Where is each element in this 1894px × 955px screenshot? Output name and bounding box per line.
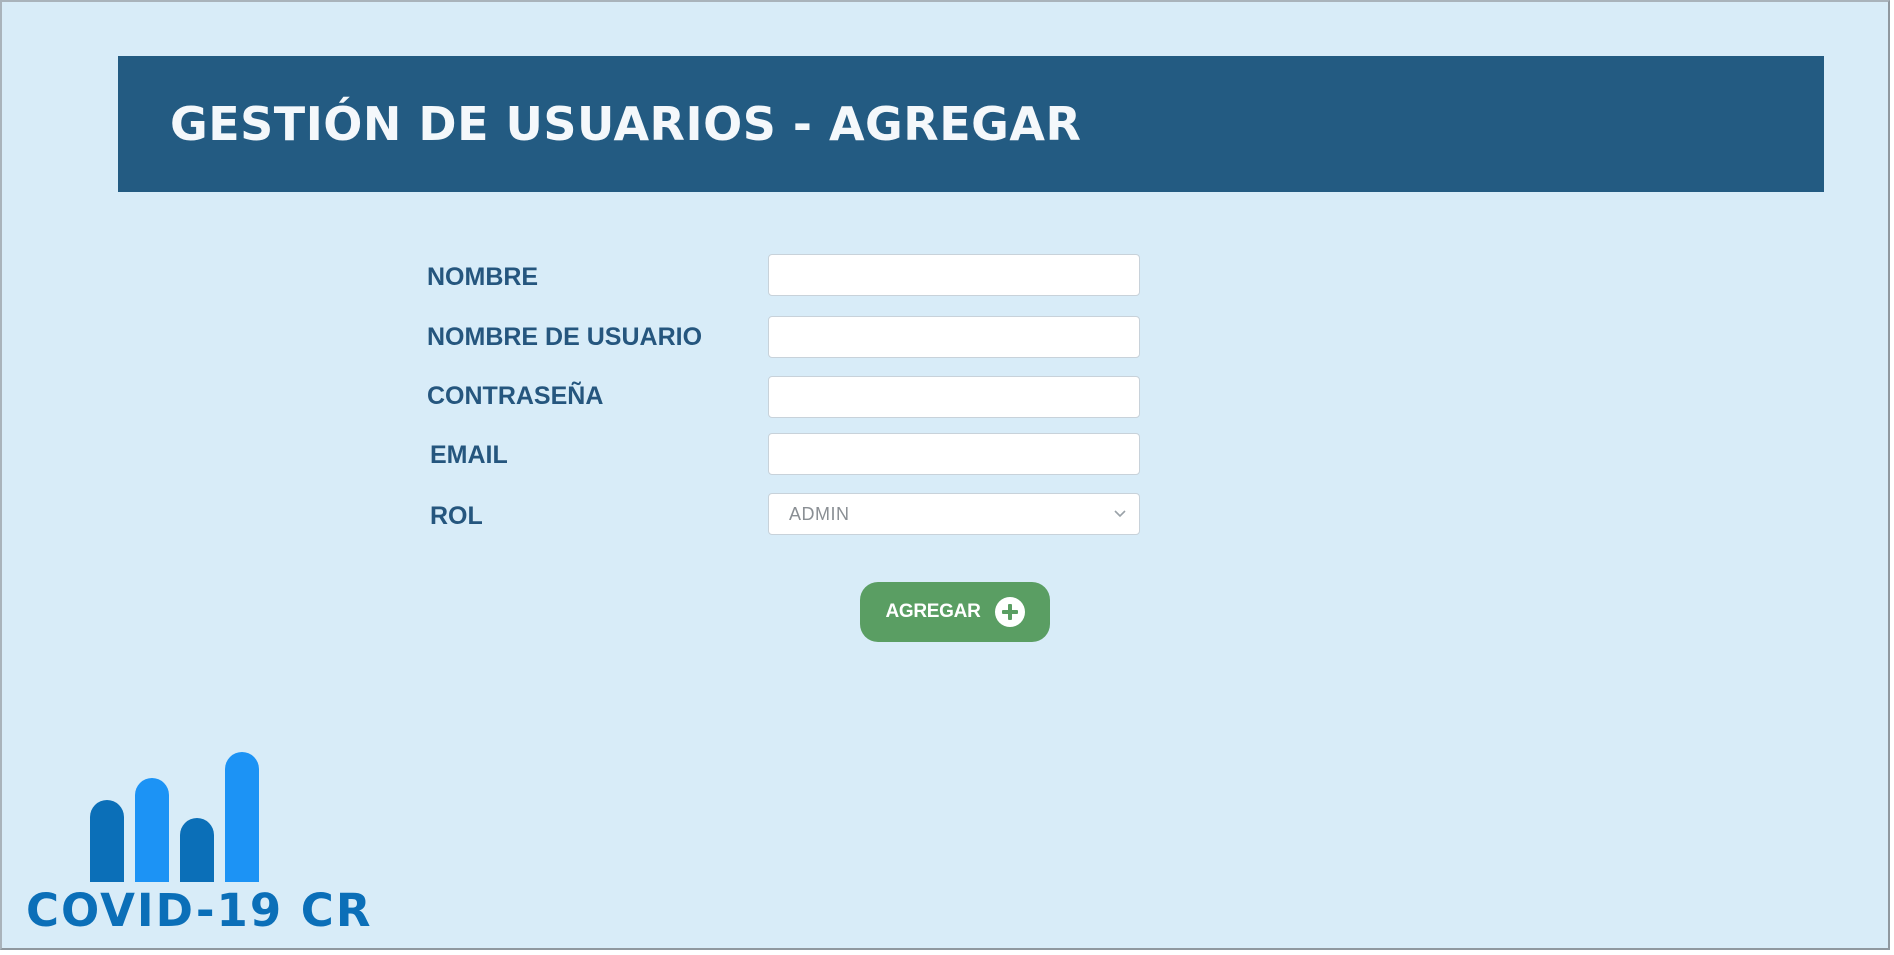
logo-text: COVID-19 CR — [26, 884, 373, 937]
name-label: NOMBRE — [427, 263, 539, 291]
password-label: CONTRASEÑA — [427, 382, 604, 410]
covid-logo: COVID-19 CR — [26, 748, 370, 938]
email-label: EMAIL — [430, 441, 508, 469]
chevron-down-icon — [1113, 507, 1127, 521]
bar-chart-logo-icon — [90, 752, 259, 882]
username-input[interactable] — [768, 316, 1140, 358]
add-user-button[interactable]: AGREGAR — [860, 582, 1050, 642]
role-selected-value: ADMIN — [789, 503, 850, 524]
password-input[interactable] — [768, 376, 1140, 418]
app-window: GESTIÓN DE USUARIOS - AGREGAR NOMBRE NOM… — [0, 0, 1890, 950]
role-label: ROL — [430, 502, 483, 530]
plus-circle-icon — [994, 597, 1025, 627]
role-select[interactable]: ADMIN — [768, 493, 1140, 535]
add-button-label: AGREGAR — [885, 601, 981, 622]
name-input[interactable] — [768, 254, 1140, 296]
username-label: NOMBRE DE USUARIO — [427, 323, 703, 351]
page-header: GESTIÓN DE USUARIOS - AGREGAR — [118, 56, 1824, 192]
page-title: GESTIÓN DE USUARIOS - AGREGAR — [170, 97, 1082, 151]
email-input[interactable] — [768, 433, 1140, 475]
